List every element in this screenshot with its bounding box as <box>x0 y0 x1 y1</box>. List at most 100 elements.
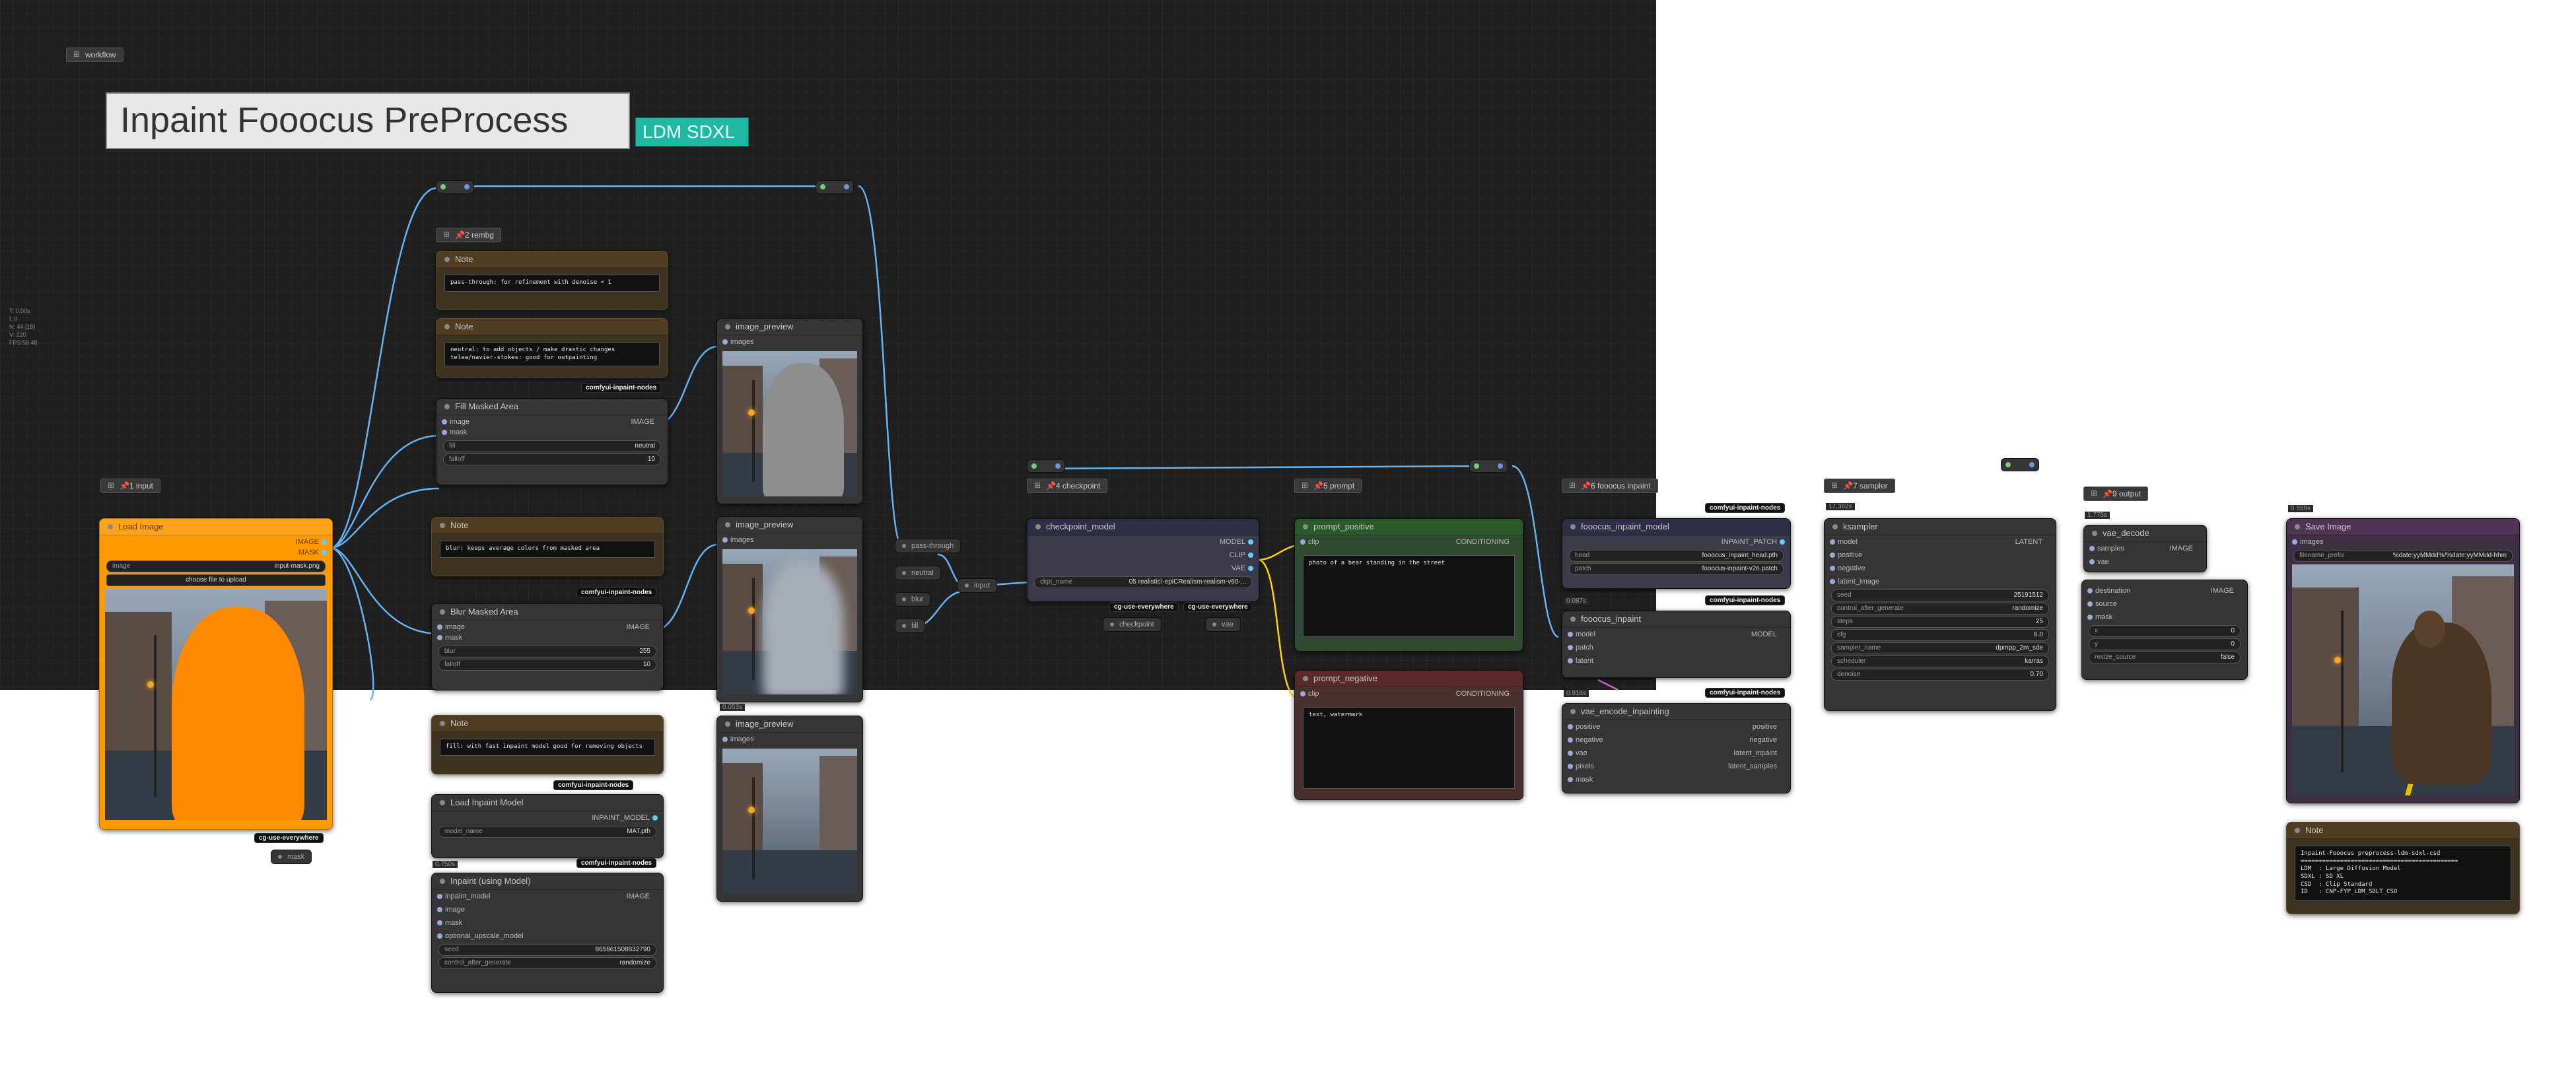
group-fooocus[interactable]: 📌6 fooocus inpaint <box>1562 479 1658 493</box>
node-title[interactable]: vae_encode_inpainting <box>1562 704 1790 720</box>
inpaint-using-model-node[interactable]: Inpaint (using Model) inpaint_model IMAGE… <box>431 873 664 993</box>
node-title[interactable]: prompt_positive <box>1295 519 1523 535</box>
input-images[interactable]: images <box>717 533 862 547</box>
ksampler-node[interactable]: ksampler model LATENT positive negative l… <box>1824 518 2056 711</box>
image-preview-node[interactable]: image_preview images <box>716 516 863 702</box>
node-title[interactable]: Note <box>2287 823 2519 839</box>
input-mask[interactable]: mask <box>432 916 663 929</box>
blur-masked-area-node[interactable]: Blur Masked Area image IMAGE mask blur 255… <box>431 603 664 690</box>
input-positive[interactable]: positive <box>1825 549 2056 562</box>
input-samples[interactable]: samples IMAGE <box>2084 542 2206 555</box>
node-title[interactable]: Note <box>436 319 668 335</box>
input-mask[interactable]: mask <box>436 426 668 439</box>
group-prompt[interactable]: 📌5 prompt <box>1294 479 1362 493</box>
input-latent[interactable]: latent <box>1562 654 1790 667</box>
output-inpaint-patch[interactable]: INPAINT_PATCH <box>1562 535 1790 549</box>
note-node[interactable]: Note neutral: to add objects / make dras… <box>436 318 668 378</box>
note-text[interactable]: neutral: to add objects / make drastic c… <box>444 342 660 367</box>
group-input[interactable]: 📌1 input <box>100 479 160 493</box>
node-title[interactable]: Load Inpaint Model <box>432 795 663 811</box>
resize-source-toggle[interactable]: resize_source false <box>2089 652 2241 663</box>
reroute-node[interactable] <box>2001 458 2039 471</box>
blur-widget[interactable]: blur 255 <box>438 646 656 657</box>
node-title[interactable]: Load Image <box>100 519 332 535</box>
note-text[interactable]: Inpaint-Fooocus preprocess-ldm-sdxl-csd … <box>2295 846 2511 902</box>
mask-reroute[interactable]: mask <box>271 850 312 864</box>
vae-encode-inpainting-node[interactable]: vae_encode_inpainting positive positive n… <box>1562 703 1791 793</box>
group-checkpoint[interactable]: 📌4 checkpoint <box>1027 479 1108 493</box>
input-images[interactable]: images <box>717 335 862 349</box>
input-mask[interactable]: mask <box>2082 611 2247 624</box>
switch-pass-through[interactable]: pass-through <box>895 539 961 553</box>
ckpt-name-widget[interactable]: ckpt_name 05 realistic\-epiCRealism-reali… <box>1034 576 1252 588</box>
checkpoint-reroute[interactable]: checkpoint <box>1103 617 1162 632</box>
workflow-canvas[interactable]: workflow Inpaint Fooocus PreProcess LDM … <box>0 0 2576 1076</box>
switch-fill[interactable]: fill <box>895 619 926 633</box>
input-model[interactable]: model MODEL <box>1562 628 1790 641</box>
node-title[interactable]: fooocus_inpaint_model <box>1562 519 1790 535</box>
output-model[interactable]: MODEL <box>1027 535 1259 549</box>
checkpoint-model-node[interactable]: checkpoint_model MODEL CLIP VAE ckpt_nam… <box>1027 518 1259 602</box>
output-clip[interactable]: CLIP <box>1027 549 1259 562</box>
node-title[interactable]: image_preview <box>717 716 862 733</box>
input-upscale-model[interactable]: optional_upscale_model <box>432 929 663 943</box>
input-clip[interactable]: clip CONDITIONING <box>1295 535 1523 549</box>
node-title[interactable]: Note <box>436 252 668 268</box>
cfg-widget[interactable]: cfg 6.0 <box>1831 629 2049 641</box>
input-image[interactable]: image <box>432 903 663 916</box>
vae-decode-node[interactable]: vae_decode samples IMAGE vae <box>2083 525 2207 572</box>
falloff-widget[interactable]: falloff 10 <box>438 659 656 671</box>
upload-button[interactable]: choose file to upload <box>106 574 326 586</box>
switch-blur[interactable]: blur <box>895 592 931 607</box>
io-row[interactable]: positive positive <box>1562 720 1790 733</box>
output-vae[interactable]: VAE <box>1027 562 1259 575</box>
node-title[interactable]: Note <box>432 716 663 732</box>
input-vae[interactable]: vae <box>2084 555 2206 568</box>
node-title[interactable]: fooocus_inpaint <box>1562 611 1790 628</box>
input-images[interactable]: images <box>2287 535 2519 549</box>
output-inpaint-model[interactable]: INPAINT_MODEL <box>432 811 663 824</box>
group-rembg[interactable]: 📌2 rembg <box>436 228 501 242</box>
falloff-widget[interactable]: falloff 10 <box>443 454 661 465</box>
filename-prefix-widget[interactable]: filename_prefix %date:yyMMdd%/%date:yyMMd… <box>2293 550 2513 562</box>
input-patch[interactable]: patch <box>1562 641 1790 654</box>
node-title[interactable]: prompt_negative <box>1295 671 1523 687</box>
scheduler-widget[interactable]: scheduler karras <box>1831 656 2049 667</box>
input-mask[interactable]: mask <box>432 631 663 644</box>
prompt-negative-node[interactable]: prompt_negative clip CONDITIONING text, w… <box>1294 670 1523 800</box>
image-preview-node[interactable]: image_preview images <box>716 716 863 902</box>
vae-reroute[interactable]: vae <box>1205 617 1241 632</box>
fooocus-inpaint-model-node[interactable]: fooocus_inpaint_model INPAINT_PATCH head… <box>1562 518 1791 589</box>
node-title[interactable]: ksampler <box>1825 519 2056 535</box>
group-output[interactable]: 📌9 output <box>2083 487 2149 501</box>
steps-widget[interactable]: steps 25 <box>1831 616 2049 628</box>
input-latent-image[interactable]: latent_image <box>1825 575 2056 588</box>
reroute-node[interactable] <box>816 180 854 193</box>
io-row[interactable]: vae latent_inpaint <box>1562 747 1790 760</box>
seed-widget[interactable]: seed 865861508832790 <box>438 944 656 956</box>
note-node[interactable]: Note blur: keeps average colors from mas… <box>431 517 664 576</box>
node-title[interactable]: image_preview <box>717 319 862 335</box>
fill-masked-area-node[interactable]: Fill Masked Area image IMAGE mask fill neu… <box>436 398 668 485</box>
prompt-positive-node[interactable]: prompt_positive clip CONDITIONING photo o… <box>1294 518 1523 652</box>
reroute-node[interactable] <box>1027 459 1065 473</box>
model-name-widget[interactable]: model_name MAT.pth <box>438 826 656 838</box>
sampler-name-widget[interactable]: sampler_name dpmpp_2m_sde <box>1831 642 2049 654</box>
input-source[interactable]: source <box>2082 597 2247 611</box>
control-after-generate-widget[interactable]: control_after_generate randomize <box>1831 603 2049 615</box>
node-title[interactable]: Save Image <box>2287 519 2519 535</box>
note-node[interactable]: Note Inpaint-Fooocus preprocess-ldm-sdxl… <box>2286 822 2520 914</box>
head-widget[interactable]: head fooocus_inpaint_head.pth <box>1569 550 1784 562</box>
image-preview-node[interactable]: image_preview images <box>716 318 863 504</box>
switch-neutral[interactable]: neutral <box>895 566 941 580</box>
io-row[interactable]: pixels latent_samples <box>1562 760 1790 773</box>
note-node[interactable]: Note pass-through: for refinement with d… <box>436 251 668 310</box>
input-model[interactable]: model LATENT <box>1825 535 2056 549</box>
node-title[interactable]: vae_decode <box>2084 525 2206 542</box>
reroute-node[interactable] <box>1469 459 1508 473</box>
reroute-node[interactable] <box>436 180 474 193</box>
switch-output[interactable]: input <box>957 578 997 593</box>
prompt-text[interactable]: text, watermark <box>1303 707 1515 789</box>
group-sampler[interactable]: 📌7 sampler <box>1824 479 1895 493</box>
prompt-text[interactable]: photo of a bear standing in the street <box>1303 555 1515 637</box>
